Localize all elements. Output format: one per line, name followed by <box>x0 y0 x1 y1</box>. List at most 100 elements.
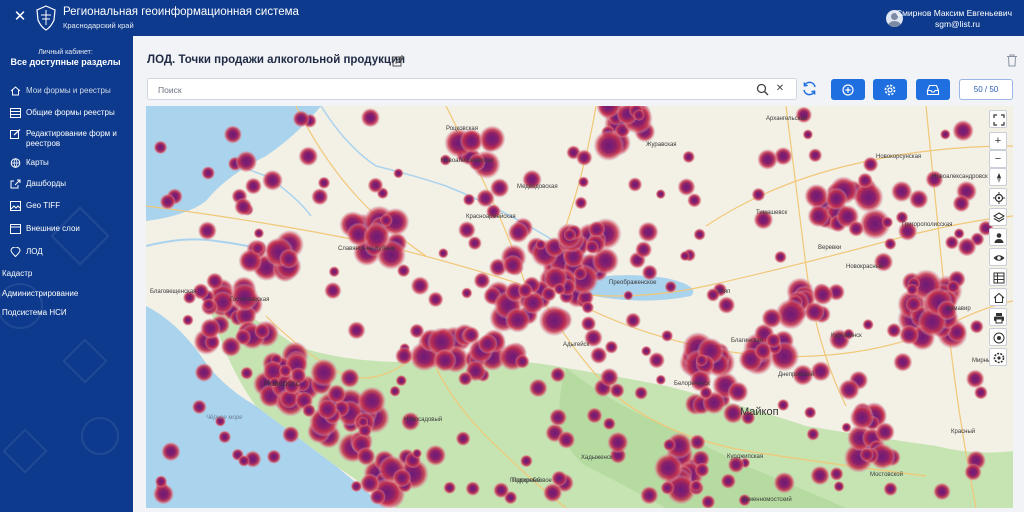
map-label-vereika: Веревки <box>818 245 842 251</box>
fullscreen-icon <box>993 114 1005 126</box>
map-label-belorechensk: Белореченск <box>674 381 710 387</box>
heat-spot <box>695 354 708 367</box>
heat-spot <box>302 403 316 418</box>
heat-spot <box>549 408 568 427</box>
heat-spot <box>602 417 616 431</box>
sidebar-section-cadastre[interactable]: Кадастр <box>2 269 32 278</box>
trash-icon[interactable] <box>1006 54 1018 67</box>
heat-spot <box>957 237 977 257</box>
heat-spot <box>751 187 766 202</box>
cabinet-label: Личный кабинет: <box>38 49 93 56</box>
user-location-button[interactable] <box>989 228 1007 246</box>
settings-button[interactable] <box>873 79 907 100</box>
heat-spot <box>720 473 737 489</box>
clear-search-icon[interactable]: ✕ <box>774 83 786 95</box>
heat-spot <box>727 381 749 403</box>
settings-map-button[interactable] <box>989 348 1007 366</box>
heat-spot <box>693 228 706 241</box>
heat-spot <box>848 220 865 237</box>
map-label-rotskovskaya: Роцковская <box>446 126 479 132</box>
gear-small-icon <box>993 352 1005 364</box>
heat-spot <box>660 480 675 495</box>
heat-spot <box>159 193 176 210</box>
map-label-maykop: Майкоп <box>740 406 779 418</box>
heat-spot <box>641 264 658 281</box>
ruler-button[interactable] <box>989 328 1007 346</box>
map-label-novorossiysk: Новоросс <box>264 379 300 388</box>
heat-spot <box>586 407 603 424</box>
heat-spot <box>161 441 181 462</box>
sidebar-item-label: Мои формы и реестры <box>26 86 111 95</box>
locate-button[interactable] <box>989 188 1007 206</box>
gear-icon <box>884 84 896 95</box>
heat-spot <box>761 307 783 329</box>
image-icon <box>10 201 21 211</box>
print-button[interactable] <box>989 308 1007 326</box>
sidebar-section-nsi[interactable]: Подсистема НСИ <box>2 308 67 317</box>
sidebar-item-label: Дашборды <box>26 179 66 188</box>
top-bar: ✕ Региональная геоинформационная система… <box>0 0 1024 36</box>
heat-spot <box>244 177 262 195</box>
fullscreen-button[interactable] <box>989 110 1007 128</box>
edit-title-icon[interactable] <box>392 55 404 67</box>
heat-spot <box>952 119 974 142</box>
heat-spot <box>679 250 691 262</box>
map-label-arkhangelskaya: Архангельская <box>766 116 808 122</box>
refresh-icon[interactable] <box>801 80 818 97</box>
heat-spot <box>476 188 495 208</box>
heat-spot <box>773 471 796 494</box>
add-button[interactable] <box>831 79 865 100</box>
home-button[interactable] <box>989 288 1007 306</box>
zoom-out-button[interactable]: − <box>989 150 1007 168</box>
sidebar-section-admin[interactable]: Администрирование <box>2 289 78 298</box>
heat-spot <box>829 466 844 481</box>
heat-spot <box>573 266 588 281</box>
heat-spot <box>640 345 652 357</box>
search-icon[interactable] <box>756 83 769 96</box>
heat-spot <box>859 447 875 462</box>
close-icon[interactable]: ✕ <box>12 9 28 25</box>
user-name[interactable]: Смирнов Максим Евгеньевич <box>896 8 1012 18</box>
heat-spot <box>581 301 595 314</box>
heatmap-view[interactable]: Майкоп Новоросс Славянск-на-Кубани Адыге… <box>146 106 1013 508</box>
heat-spot <box>634 240 653 259</box>
heat-spot <box>389 385 401 397</box>
heat-spot <box>627 177 643 192</box>
heat-spot <box>410 276 430 296</box>
heat-spot <box>278 364 292 378</box>
heat-spot <box>424 444 447 467</box>
heat-spot <box>395 374 408 387</box>
heat-spot <box>632 109 645 121</box>
heat-spot <box>838 379 860 401</box>
zoom-in-button[interactable]: + <box>989 132 1007 150</box>
heat-spot <box>905 296 922 313</box>
heat-spot <box>261 169 284 191</box>
heat-spot <box>664 280 677 293</box>
compass-button[interactable] <box>989 168 1007 186</box>
compass-icon <box>997 173 1001 183</box>
heat-spot <box>392 468 412 488</box>
heat-spot <box>575 149 593 167</box>
heat-spot <box>599 367 619 387</box>
record-counter[interactable]: 50 / 50 <box>959 79 1013 100</box>
heat-spot <box>473 272 491 290</box>
visibility-button[interactable] <box>989 248 1007 266</box>
heat-spot <box>360 107 381 128</box>
map-label-novokrasny: Новокрасный <box>846 264 884 270</box>
heat-spot <box>553 282 566 296</box>
sidebar-item-label: Внешние слои <box>26 224 80 233</box>
heat-spot <box>810 465 830 486</box>
heat-spot <box>393 168 404 179</box>
heat-spot <box>906 283 919 296</box>
external-link-icon <box>10 179 21 189</box>
heat-spot <box>507 221 530 244</box>
heat-spot <box>833 480 845 492</box>
heat-spot <box>515 354 530 369</box>
inbox-button[interactable] <box>916 79 950 100</box>
heat-spot <box>443 481 457 495</box>
heat-spot <box>677 177 696 197</box>
layers-button[interactable] <box>989 208 1007 226</box>
search-input[interactable] <box>158 82 738 97</box>
heat-spot <box>350 480 363 493</box>
legend-button[interactable] <box>989 268 1007 286</box>
